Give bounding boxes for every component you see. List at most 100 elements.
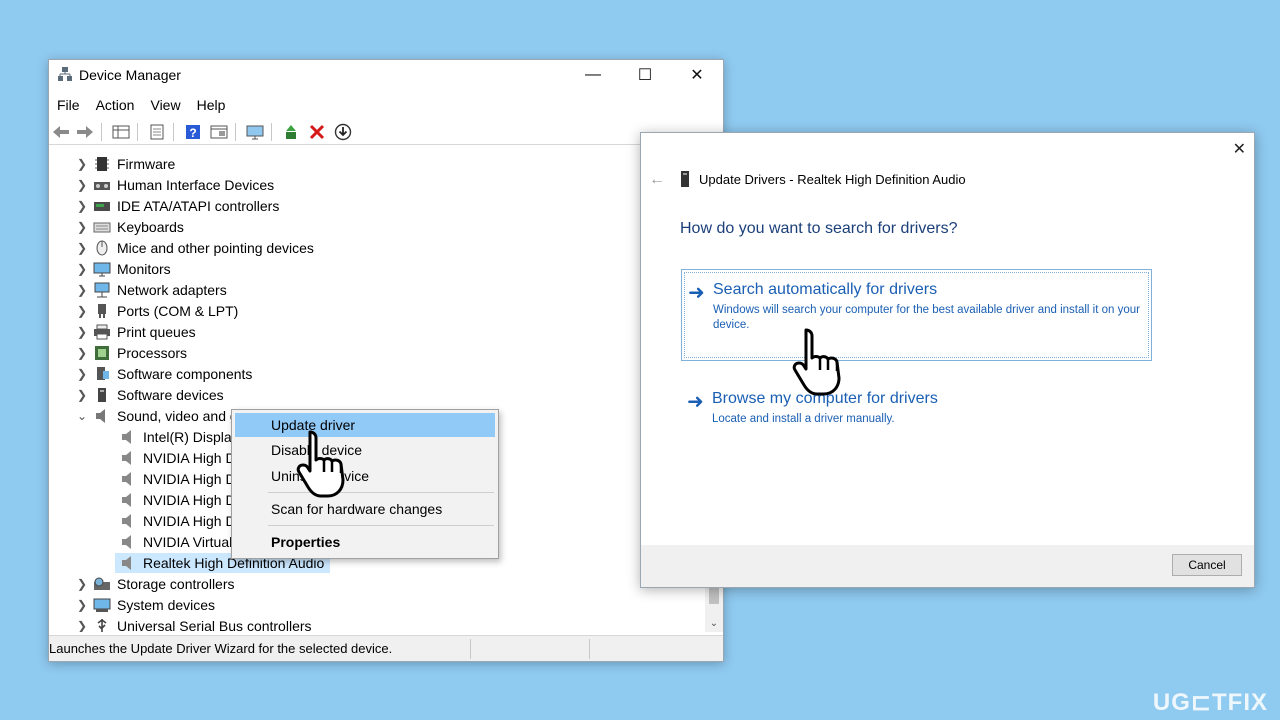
speaker-icon xyxy=(122,493,131,507)
device-manager-icon xyxy=(58,67,72,81)
tree-item-processors[interactable]: ❯ Processors xyxy=(49,343,187,363)
tree-item-label: Ports (COM & LPT) xyxy=(117,303,239,319)
tree-item-print-queues[interactable]: ❯ Print queues xyxy=(49,322,196,342)
tree-item-label: Keyboards xyxy=(117,219,184,235)
menu-action[interactable]: Action xyxy=(88,94,143,116)
close-icon[interactable]: ✕ xyxy=(1233,139,1246,159)
tree-item-system[interactable]: ❯ System devices xyxy=(49,595,215,615)
chevron-right-icon[interactable]: ❯ xyxy=(75,238,89,258)
menu-item-properties[interactable]: Properties xyxy=(235,530,495,554)
right-arrow-icon: ➜ xyxy=(688,282,705,304)
tree-item-label: Network adapters xyxy=(117,282,227,298)
software-device-icon xyxy=(98,388,106,402)
toolbar: ? xyxy=(49,119,723,145)
tree-item-software-components[interactable]: ❯ Software components xyxy=(49,364,252,384)
back-arrow-icon[interactable] xyxy=(51,122,71,142)
chevron-right-icon[interactable]: ❯ xyxy=(75,217,89,237)
device-tree: ❯ Firmware ❯ Human Interface Devices ❯ I… xyxy=(49,152,705,632)
forward-arrow-icon[interactable] xyxy=(75,122,95,142)
minimize-button[interactable]: — xyxy=(569,60,617,90)
download-circle-icon[interactable] xyxy=(333,122,353,142)
tree-item-network[interactable]: ❯ Network adapters xyxy=(49,280,227,300)
chevron-right-icon[interactable]: ❯ xyxy=(75,616,89,632)
chevron-right-icon[interactable]: ❯ xyxy=(75,385,89,405)
menu-item-update-driver[interactable]: Update driver xyxy=(235,413,495,437)
tree-item-label: Firmware xyxy=(117,156,176,172)
tree-item-usb[interactable]: ❯ Universal Serial Bus controllers xyxy=(49,616,312,632)
properties-grid-icon[interactable] xyxy=(111,122,131,142)
chevron-down-icon[interactable]: ⌄ xyxy=(75,406,89,426)
speaker-icon xyxy=(122,535,131,549)
menu-item-uninstall-device[interactable]: Uninstall device xyxy=(235,464,495,488)
hand-pointer-icon xyxy=(792,328,841,396)
maximize-button[interactable]: ☐ xyxy=(621,60,669,90)
menu-divider xyxy=(268,525,494,526)
status-divider xyxy=(470,639,471,659)
tree-item-label: Software devices xyxy=(117,387,224,403)
tree-item-storage[interactable]: ❯ Storage controllers xyxy=(49,574,235,594)
browse-computer-option[interactable]: ➜ Browse my computer for drivers Locate … xyxy=(681,379,1152,429)
tree-item-ide[interactable]: ❯ IDE ATA/ATAPI controllers xyxy=(49,196,279,216)
monitor-icon xyxy=(93,262,111,277)
window-list-icon[interactable] xyxy=(209,122,229,142)
menu-file[interactable]: File xyxy=(49,94,88,116)
cancel-button[interactable]: Cancel xyxy=(1172,554,1242,576)
tree-item-software-devices[interactable]: ❯ Software devices xyxy=(49,385,224,405)
tree-item-label: Universal Serial Bus controllers xyxy=(117,618,312,632)
scroll-down-icon[interactable]: ⌄ xyxy=(705,614,723,632)
dialog-footer: Cancel xyxy=(641,545,1254,587)
search-automatically-option[interactable]: ➜ Search automatically for drivers Windo… xyxy=(681,269,1152,361)
chevron-right-icon[interactable]: ❯ xyxy=(75,574,89,594)
document-icon[interactable] xyxy=(147,122,167,142)
tree-item-monitors[interactable]: ❯ Monitors xyxy=(49,259,171,279)
processor-icon xyxy=(95,346,109,360)
menu-item-disable-device[interactable]: Disable device xyxy=(235,438,495,462)
speaker-icon xyxy=(122,451,131,465)
menu-help[interactable]: Help xyxy=(189,94,234,116)
title-bar: Device Manager — ☐ ✕ xyxy=(49,60,723,90)
chevron-right-icon[interactable]: ❯ xyxy=(75,175,89,195)
right-arrow-icon: ➜ xyxy=(687,391,704,413)
svg-text:?: ? xyxy=(189,126,196,140)
back-arrow-icon[interactable]: ← xyxy=(649,171,665,189)
device-manager-window: Device Manager — ☐ ✕ File Action View He… xyxy=(48,59,724,662)
chevron-right-icon[interactable]: ❯ xyxy=(75,154,89,174)
dialog-heading: How do you want to search for drivers? xyxy=(680,220,958,237)
mouse-icon xyxy=(96,240,108,256)
update-driver-icon[interactable] xyxy=(281,122,301,142)
close-button[interactable]: ✕ xyxy=(673,60,721,90)
tree-item-firmware[interactable]: ❯ Firmware xyxy=(49,154,175,174)
ugetfix-watermark: UG⊏TFIX xyxy=(1152,689,1268,716)
tree-item-mice[interactable]: ❯ Mice and other pointing devices xyxy=(49,238,314,258)
status-text: Launches the Update Driver Wizard for th… xyxy=(49,641,393,656)
tree-item-ports[interactable]: ❯ Ports (COM & LPT) xyxy=(49,301,238,321)
menu-item-scan-hardware[interactable]: Scan for hardware changes xyxy=(235,497,495,521)
tree-item-label: Human Interface Devices xyxy=(117,177,275,193)
toolbar-divider xyxy=(101,123,102,141)
dialog-title: Update Drivers - Realtek High Definition… xyxy=(699,172,966,187)
chevron-right-icon[interactable]: ❯ xyxy=(75,259,89,279)
uninstall-x-icon[interactable] xyxy=(307,122,327,142)
menu-view[interactable]: View xyxy=(142,94,188,116)
tree-item-label: Processors xyxy=(117,345,188,361)
tree-item-hid[interactable]: ❯ Human Interface Devices xyxy=(49,175,274,195)
option-description: Windows will search your computer for th… xyxy=(713,304,1140,331)
chevron-right-icon[interactable]: ❯ xyxy=(75,364,89,384)
hand-pointer-icon xyxy=(296,430,345,498)
status-divider xyxy=(589,639,590,659)
tree-item-label: Mice and other pointing devices xyxy=(117,240,314,256)
chevron-right-icon[interactable]: ❯ xyxy=(75,595,89,615)
speaker-icon xyxy=(122,430,131,444)
scan-monitor-icon[interactable] xyxy=(245,122,265,142)
tree-item-label: Monitors xyxy=(117,261,171,277)
usb-icon xyxy=(97,619,107,632)
help-icon[interactable]: ? xyxy=(183,122,203,142)
chevron-right-icon[interactable]: ❯ xyxy=(75,280,89,300)
speaker-icon xyxy=(122,472,131,486)
chevron-right-icon[interactable]: ❯ xyxy=(75,343,89,363)
chevron-right-icon[interactable]: ❯ xyxy=(75,322,89,342)
tree-item-keyboards[interactable]: ❯ Keyboards xyxy=(49,217,184,237)
tree-item-label: IDE ATA/ATAPI controllers xyxy=(117,198,280,214)
chevron-right-icon[interactable]: ❯ xyxy=(75,301,89,321)
chevron-right-icon[interactable]: ❯ xyxy=(75,196,89,216)
